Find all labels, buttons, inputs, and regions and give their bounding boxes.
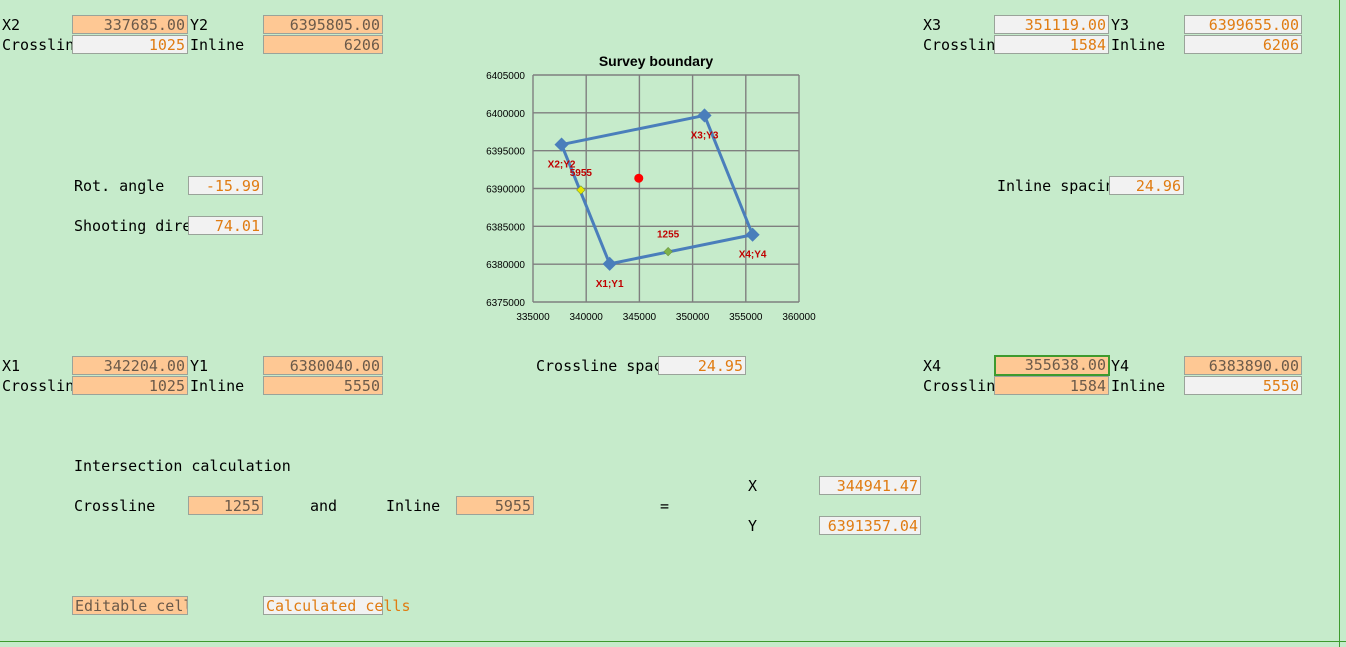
crossline1-label: Crossline: [2, 377, 72, 395]
crossline3-cell[interactable]: 1584: [994, 35, 1109, 54]
x1-cell[interactable]: 342204.00: [72, 356, 188, 375]
calculated-cells-legend[interactable]: Calculated cells: [263, 596, 411, 615]
boundary-series-line: [559, 113, 755, 266]
and-label: and: [310, 497, 338, 515]
inline-spacing-label: Inline spacing: [997, 177, 1109, 195]
y-tick-label: 6400000: [486, 109, 525, 120]
corner-point: [697, 108, 712, 123]
crossline2-label: Crossline: [2, 36, 72, 54]
inline1-cell[interactable]: 5550: [263, 376, 383, 395]
x2-label: X2: [2, 16, 21, 34]
corner-point-label: X1;Y1: [596, 279, 624, 290]
column-divider: [1339, 0, 1340, 647]
y4-label: Y4: [1111, 357, 1130, 375]
corner-point: [554, 137, 569, 152]
y2-label: Y2: [190, 16, 209, 34]
inline4-label: Inline: [1111, 377, 1166, 395]
x-tick-label: 360000: [782, 312, 816, 323]
result-y-cell[interactable]: 6391357.04: [819, 516, 921, 535]
intersection-point: [634, 173, 644, 183]
intersection-crossline-label: Crossline: [74, 497, 156, 515]
crossline1-cell[interactable]: 1025: [72, 376, 188, 395]
x3-label: X3: [923, 16, 942, 34]
x-tick-label: 350000: [676, 312, 710, 323]
crossline4-label: Crossline: [923, 377, 994, 395]
shooting-direction-label: Shooting direction: [74, 217, 188, 235]
crossline4-cell[interactable]: 1584: [994, 376, 1109, 395]
y3-cell[interactable]: 6399655.00: [1184, 15, 1302, 34]
inline2-cell[interactable]: 6206: [263, 35, 383, 54]
y1-cell[interactable]: 6380040.00: [263, 356, 383, 375]
x-tick-label: 335000: [516, 312, 550, 323]
editable-cells-legend[interactable]: Editable cells: [72, 596, 188, 615]
intersection-inline-label: Inline: [386, 497, 441, 515]
row-divider: [0, 641, 1346, 642]
y-tick-label: 6395000: [486, 147, 525, 158]
inline3-label: Inline: [1111, 36, 1166, 54]
crossline-spacing-label: Crossline spacing: [536, 357, 658, 375]
y2-cell[interactable]: 6395805.00: [263, 15, 383, 34]
x1-label: X1: [2, 357, 21, 375]
result-x-label: X: [748, 477, 758, 495]
intersection-title: Intersection calculation: [74, 457, 291, 475]
rot-angle-label: Rot. angle: [74, 177, 165, 195]
inline1-label: Inline: [190, 377, 245, 395]
chart-title: Survey boundary: [599, 53, 714, 69]
y4-cell[interactable]: 6383890.00: [1184, 356, 1302, 375]
inline4-cell[interactable]: 5550: [1184, 376, 1302, 395]
result-x-cell[interactable]: 344941.47: [819, 476, 921, 495]
x2-cell[interactable]: 337685.00: [72, 15, 188, 34]
y3-label: Y3: [1111, 16, 1130, 34]
crossline-spacing-cell[interactable]: 24.95: [658, 356, 746, 375]
corner-point-label: X3;Y3: [691, 130, 719, 141]
x-tick-label: 355000: [729, 312, 763, 323]
inline3-cell[interactable]: 6206: [1184, 35, 1302, 54]
y-tick-label: 6385000: [486, 222, 525, 233]
y-tick-label: 6405000: [486, 71, 525, 82]
x3-cell[interactable]: 351119.00: [994, 15, 1109, 34]
intersection-crossline-cell[interactable]: 1255: [188, 496, 263, 515]
shooting-direction-cell[interactable]: 74.01: [188, 216, 263, 235]
y1-label: Y1: [190, 357, 209, 375]
x-tick-label: 340000: [570, 312, 604, 323]
y-tick-label: 6375000: [486, 298, 525, 309]
x4-cell[interactable]: 355638.00: [994, 355, 1110, 376]
crossline3-label: Crossline: [923, 36, 994, 54]
rot-angle-cell[interactable]: -15.99: [188, 176, 263, 195]
corner-point: [602, 256, 617, 271]
inline-spacing-cell[interactable]: 24.96: [1109, 176, 1184, 195]
equals-sign: =: [660, 497, 670, 515]
y-tick-label: 6390000: [486, 185, 525, 196]
grid-marker-label: 1255: [657, 230, 680, 241]
crossline2-cell[interactable]: 1025: [72, 35, 188, 54]
corner-point: [745, 227, 760, 242]
inline2-label: Inline: [190, 36, 245, 54]
grid-marker-point: [663, 247, 673, 257]
intersection-inline-cell[interactable]: 5955: [456, 496, 534, 515]
y-tick-label: 6380000: [486, 260, 525, 271]
x-tick-label: 345000: [623, 312, 657, 323]
x4-label: X4: [923, 357, 942, 375]
grid-marker-label: 5955: [570, 168, 593, 179]
result-y-label: Y: [748, 517, 758, 535]
corner-point-label: X4;Y4: [739, 250, 767, 261]
survey-boundary-chart[interactable]: Survey boundary 335000 340000 345000 350000…: [470, 48, 830, 338]
